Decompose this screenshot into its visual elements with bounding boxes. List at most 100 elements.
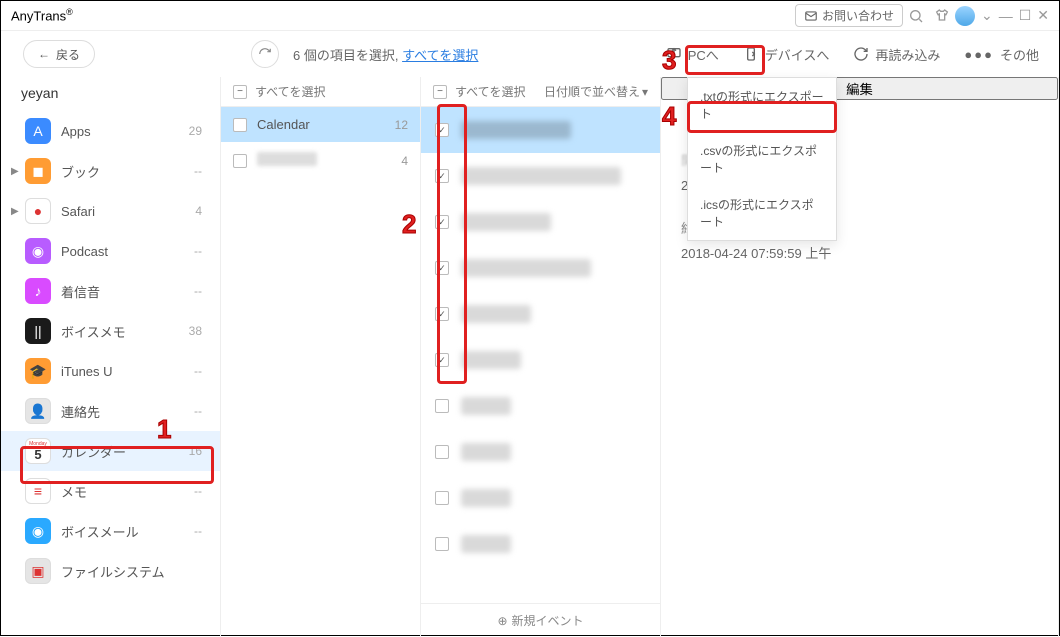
event-title-blurred <box>461 167 621 185</box>
event-row[interactable] <box>421 475 660 521</box>
reload-icon <box>853 46 869 62</box>
event-row[interactable] <box>421 291 660 337</box>
event-title-blurred <box>461 259 591 277</box>
event-row[interactable] <box>421 199 660 245</box>
sidebar-item-count: -- <box>194 484 202 498</box>
tshirt-icon[interactable] <box>931 5 953 27</box>
sidebar-item-count: 29 <box>189 124 202 138</box>
export-ics-item[interactable]: .icsの形式にエクスポート <box>688 186 836 240</box>
export-pc-button[interactable]: PCへ <box>658 41 727 68</box>
event-checkbox[interactable] <box>435 123 449 137</box>
caret-icon: ▶ <box>11 206 23 217</box>
sidebar-item-count: 4 <box>195 204 202 218</box>
col1-checkbox-all[interactable] <box>233 85 247 99</box>
sidebar-item-label: 連絡先 <box>61 402 194 421</box>
app-icon: ◉ <box>25 238 51 264</box>
search-icon[interactable] <box>905 5 927 27</box>
calendar-label <box>257 152 391 169</box>
sidebar-item[interactable]: ||ボイスメモ38 <box>1 311 220 351</box>
sidebar-item-count: -- <box>194 364 202 378</box>
app-icon: 👤 <box>25 398 51 424</box>
calendar-row[interactable]: Calendar12 <box>221 107 420 142</box>
event-checkbox[interactable] <box>435 491 449 505</box>
sidebar-item[interactable]: ◉ ボイスメール-- <box>1 511 220 551</box>
col1-select-all-label: すべてを選択 <box>255 83 325 100</box>
sidebar-item-count: -- <box>194 244 202 258</box>
sidebar-item-label: ファイルシステム <box>61 562 202 581</box>
calendar-row[interactable]: 4 <box>221 142 420 179</box>
dots-icon: ●●● <box>964 47 994 62</box>
event-checkbox[interactable] <box>435 353 449 367</box>
dropdown-chevron[interactable]: ⌄ <box>981 7 993 24</box>
col2-checkbox-all[interactable] <box>433 85 447 99</box>
event-title-blurred <box>461 121 571 139</box>
event-checkbox[interactable] <box>435 537 449 551</box>
maximize-button[interactable]: ☐ <box>1019 7 1032 24</box>
app-icon: ▣ <box>25 558 51 584</box>
export-txt-item[interactable]: .txtの形式にエクスポート <box>688 78 836 132</box>
user-avatar[interactable] <box>955 6 975 26</box>
sort-dropdown[interactable]: 日付順で並べ替え ▾ <box>544 83 648 100</box>
app-icon: Monday5 <box>25 438 51 464</box>
sidebar-item-label: 着信音 <box>61 282 194 301</box>
event-checkbox[interactable] <box>435 215 449 229</box>
select-all-link[interactable]: すべてを選択 <box>402 48 478 63</box>
sidebar-item-label: Safari <box>61 204 195 219</box>
export-device-button[interactable]: デバイスへ <box>735 41 838 68</box>
sidebar-item[interactable]: AApps29 <box>1 111 220 151</box>
event-checkbox[interactable] <box>435 307 449 321</box>
more-button[interactable]: ●●● その他 <box>956 41 1047 68</box>
sidebar-item[interactable]: ▶● Safari4 <box>1 191 220 231</box>
sidebar-item[interactable]: ♪着信音-- <box>1 271 220 311</box>
sidebar-item[interactable]: Monday5 カレンダー16 <box>1 431 220 471</box>
sidebar-item-label: ブック <box>61 162 194 181</box>
col2-select-all-label: すべてを選択 <box>455 83 525 100</box>
event-checkbox[interactable] <box>435 169 449 183</box>
sidebar-item[interactable]: ≡メモ-- <box>1 471 220 511</box>
reload-button[interactable]: 再読み込み <box>845 41 948 68</box>
plus-circle-icon: ⊕ <box>497 614 507 628</box>
app-icon: ● <box>25 198 51 224</box>
sidebar-item[interactable]: ◉Podcast-- <box>1 231 220 271</box>
sidebar-item-count: -- <box>194 524 202 538</box>
sidebar-item-count: 16 <box>189 444 202 458</box>
sidebar-item[interactable]: ▶◼ブック-- <box>1 151 220 191</box>
event-row[interactable] <box>421 521 660 567</box>
sidebar-item[interactable]: ▣ ファイルシステム <box>1 551 220 591</box>
row-checkbox[interactable] <box>233 154 247 168</box>
sidebar-item-count: -- <box>194 284 202 298</box>
event-checkbox[interactable] <box>435 261 449 275</box>
event-checkbox[interactable] <box>435 399 449 413</box>
sidebar-item-count: -- <box>194 404 202 418</box>
event-row[interactable] <box>421 429 660 475</box>
minimize-button[interactable]: — <box>999 8 1013 24</box>
new-event-button[interactable]: ⊕ 新規イベント <box>421 603 660 637</box>
close-button[interactable]: ✕ <box>1037 7 1049 24</box>
sidebar-item-count: 38 <box>189 324 202 338</box>
row-checkbox[interactable] <box>233 118 247 132</box>
app-icon: ◼ <box>25 158 51 184</box>
arrow-left-icon: ← <box>38 47 50 61</box>
event-title-blurred <box>461 489 511 507</box>
export-dropdown: .txtの形式にエクスポート .csvの形式にエクスポート .icsの形式にエク… <box>687 77 837 241</box>
calendar-count: 4 <box>401 154 408 168</box>
export-csv-item[interactable]: .csvの形式にエクスポート <box>688 132 836 186</box>
sidebar-item-count: -- <box>194 164 202 178</box>
contact-button[interactable]: お問い合わせ <box>795 4 903 27</box>
sidebar: yeyan AApps29▶◼ブック--▶●Safari4◉Podcast--♪… <box>1 77 221 637</box>
event-row[interactable] <box>421 245 660 291</box>
app-icon: ≡ <box>25 478 51 504</box>
app-icon: ◉ <box>25 518 51 544</box>
event-row[interactable] <box>421 153 660 199</box>
back-button[interactable]: ← 戻る <box>23 40 95 68</box>
event-checkbox[interactable] <box>435 445 449 459</box>
event-row[interactable] <box>421 337 660 383</box>
refresh-small-button[interactable] <box>251 40 279 68</box>
sidebar-item[interactable]: 👤 連絡先-- <box>1 391 220 431</box>
sidebar-item-label: カレンダー <box>61 442 189 461</box>
event-row[interactable] <box>421 383 660 429</box>
sidebar-item[interactable]: 🎓iTunes U-- <box>1 351 220 391</box>
event-row[interactable] <box>421 107 660 153</box>
sidebar-item-label: ボイスメール <box>61 522 194 541</box>
calendar-label: Calendar <box>257 117 385 132</box>
